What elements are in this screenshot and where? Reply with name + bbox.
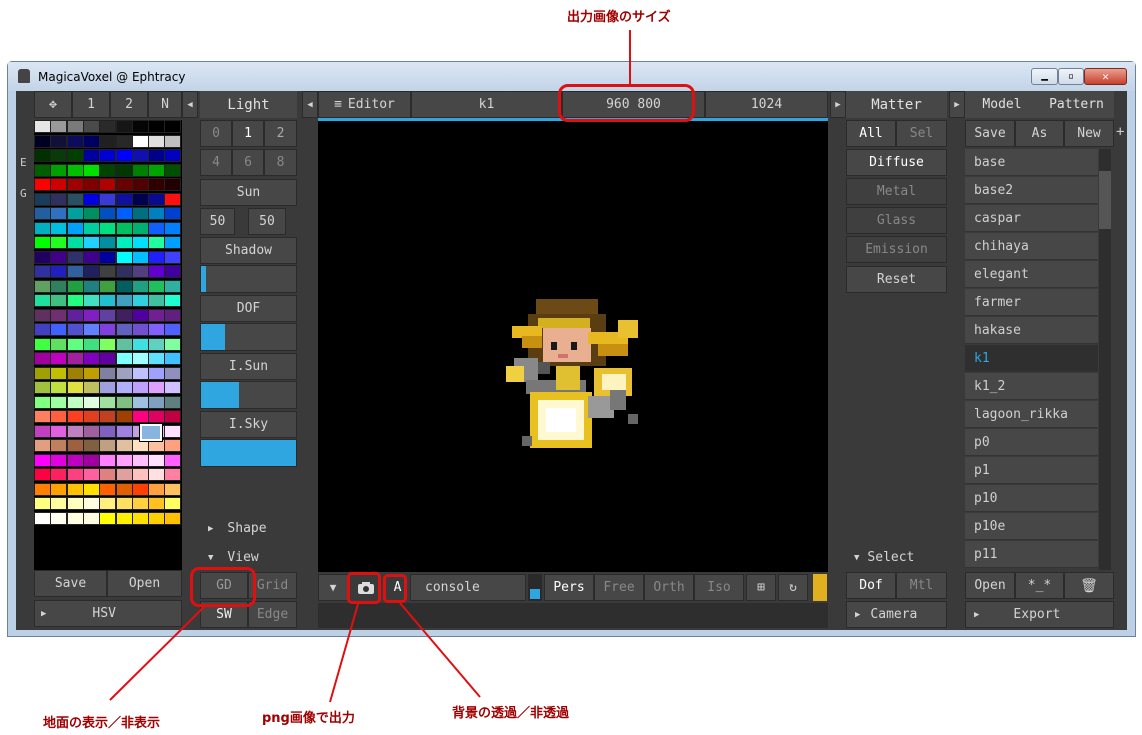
annotation-leader-lines: [109, 602, 481, 703]
